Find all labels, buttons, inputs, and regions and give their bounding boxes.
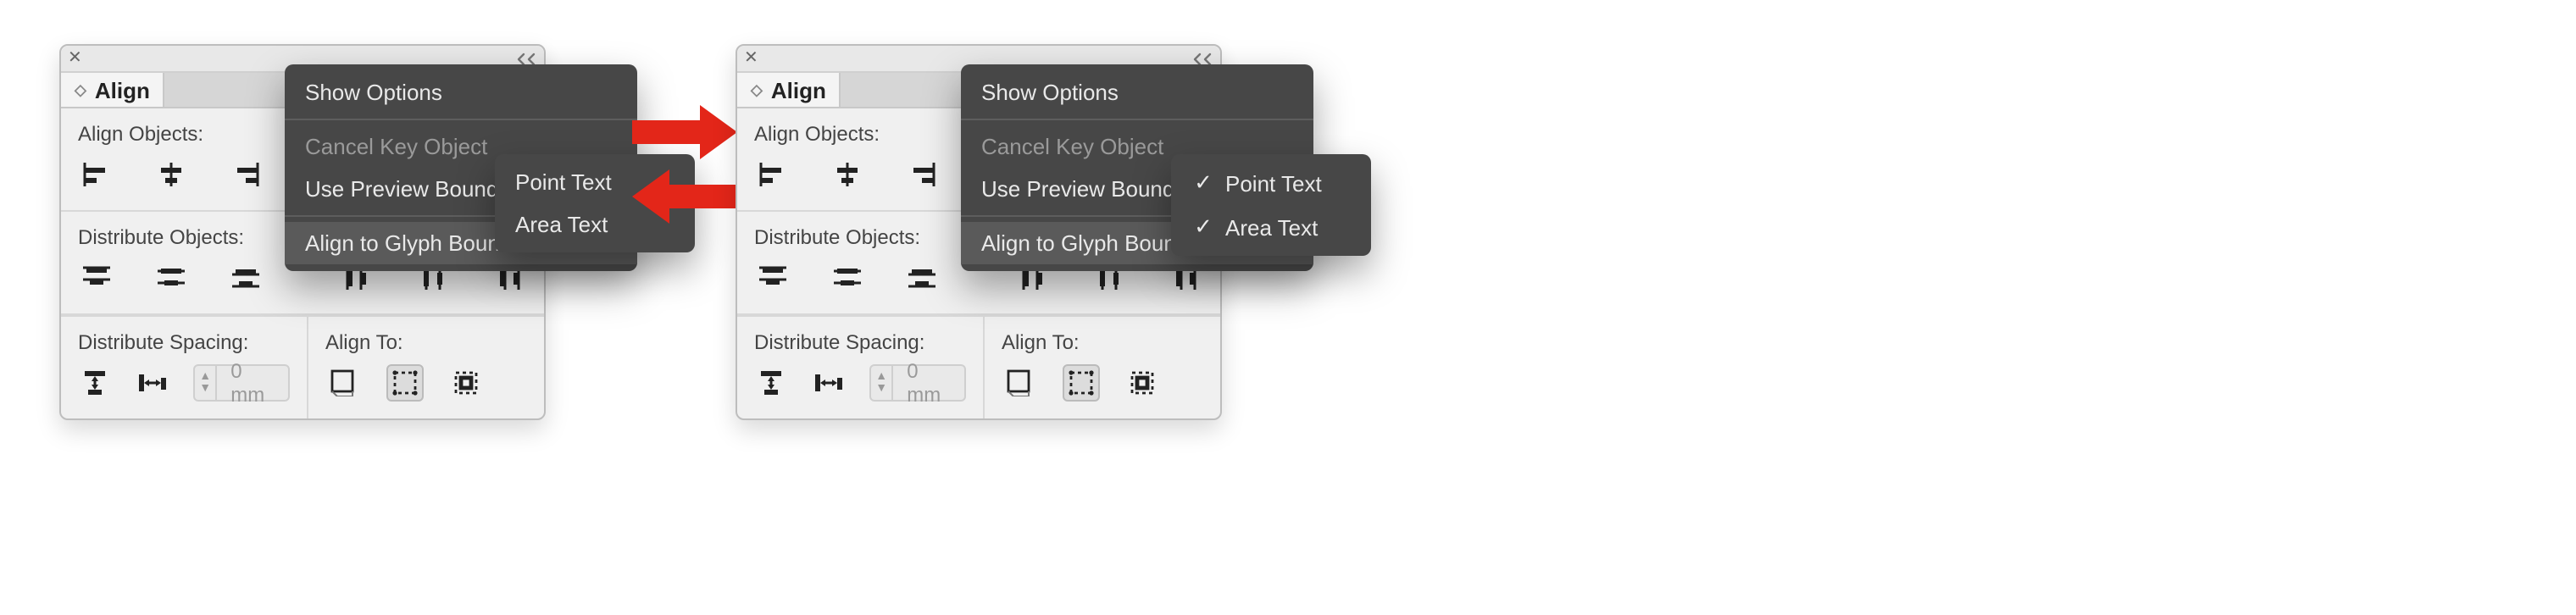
arrow-left-icon <box>632 169 737 224</box>
label-align-to: Align To: <box>1002 330 1203 354</box>
spacing-value: 0 mm <box>217 359 288 407</box>
tab-label: Align <box>771 77 826 102</box>
stepper-icon[interactable]: ▲▼ <box>871 366 893 400</box>
submenu-point-text[interactable]: ✓Point Text <box>1171 161 1371 205</box>
spacing-spinbox[interactable]: ▲▼ 0 mm <box>193 364 290 402</box>
close-icon[interactable]: ✕ <box>68 50 82 67</box>
tab-grip-icon: ◇ <box>75 82 86 97</box>
label-align-to: Align To: <box>325 330 527 354</box>
menu-show-options[interactable]: Show Options <box>285 71 637 114</box>
align-to-key-icon[interactable] <box>447 364 485 402</box>
section-align-to: Align To: <box>308 317 544 418</box>
align-right-icon[interactable] <box>903 156 941 193</box>
spacing-spinbox[interactable]: ▲▼ 0 mm <box>869 364 966 402</box>
dist-vertical-group <box>78 259 264 296</box>
tab-align[interactable]: ◇ Align <box>61 73 165 107</box>
align-left-icon[interactable] <box>754 156 791 193</box>
dist-space-v-icon[interactable] <box>78 364 112 402</box>
tab-align[interactable]: ◇ Align <box>737 73 841 107</box>
spacing-value: 0 mm <box>893 359 964 407</box>
dist-bottom-icon[interactable] <box>227 259 264 296</box>
align-h-center-icon[interactable] <box>153 156 190 193</box>
menu-separator <box>285 119 637 120</box>
align-to-selection-icon[interactable] <box>386 364 424 402</box>
tab-grip-icon: ◇ <box>751 82 763 97</box>
dist-top-icon[interactable] <box>78 259 115 296</box>
label-distribute-spacing: Distribute Spacing: <box>754 330 966 354</box>
arrow-right-icon <box>632 105 737 159</box>
dist-space-v-icon[interactable] <box>754 364 788 402</box>
dist-bottom-icon[interactable] <box>903 259 941 296</box>
align-to-artboard-icon[interactable] <box>1002 364 1039 402</box>
section-distribute-spacing: Distribute Spacing: ▲▼ 0 mm <box>737 317 985 418</box>
section-bottom: Distribute Spacing: ▲▼ 0 mm Align To: <box>61 315 544 418</box>
close-icon[interactable]: ✕ <box>744 50 758 67</box>
align-horizontal-group <box>78 156 264 193</box>
dist-v-center-icon[interactable] <box>829 259 866 296</box>
glyph-bounds-submenu: ✓Point Text ✓Area Text <box>1171 154 1371 256</box>
check-icon: ✓ <box>1191 169 1215 197</box>
stepper-icon[interactable]: ▲▼ <box>195 366 217 400</box>
dist-v-center-icon[interactable] <box>153 259 190 296</box>
menu-show-options[interactable]: Show Options <box>961 71 1313 114</box>
dist-top-icon[interactable] <box>754 259 791 296</box>
dist-space-h-icon[interactable] <box>812 364 846 402</box>
menu-separator <box>961 119 1313 120</box>
align-to-artboard-icon[interactable] <box>325 364 363 402</box>
align-right-icon[interactable] <box>227 156 264 193</box>
section-align-to: Align To: <box>985 317 1220 418</box>
submenu-area-text[interactable]: ✓Area Text <box>1171 205 1371 249</box>
align-h-center-icon[interactable] <box>829 156 866 193</box>
collapse-icon[interactable] <box>517 52 537 65</box>
label-distribute-spacing: Distribute Spacing: <box>78 330 290 354</box>
align-to-selection-icon[interactable] <box>1063 364 1100 402</box>
check-icon: ✓ <box>1191 213 1215 241</box>
align-left-icon[interactable] <box>78 156 115 193</box>
tab-label: Align <box>95 77 150 102</box>
section-distribute-spacing: Distribute Spacing: ▲▼ 0 mm <box>61 317 308 418</box>
collapse-icon[interactable] <box>1193 52 1213 65</box>
dist-space-h-icon[interactable] <box>136 364 169 402</box>
align-to-key-icon[interactable] <box>1124 364 1161 402</box>
